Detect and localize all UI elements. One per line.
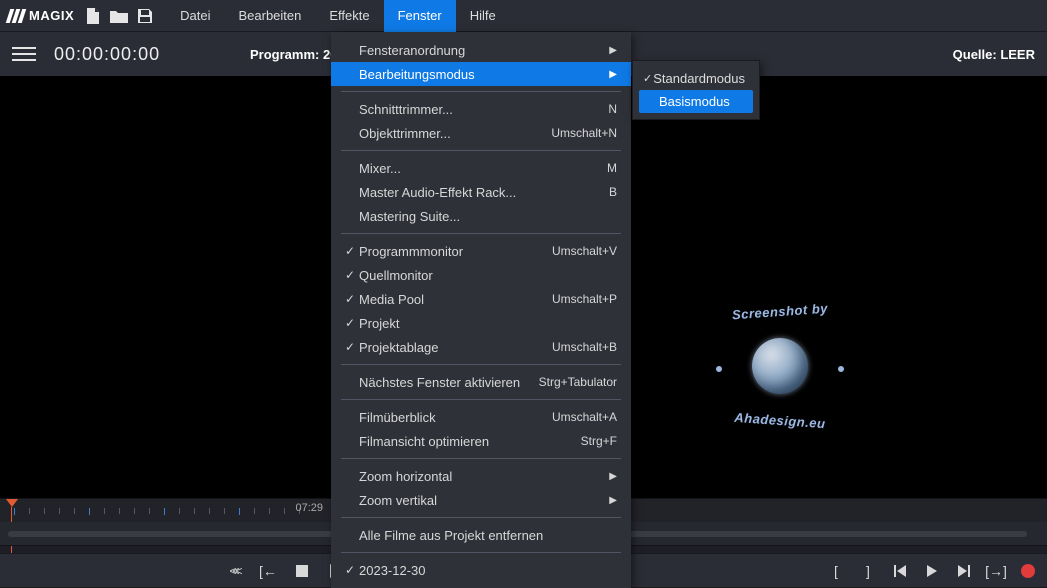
- submenu-basismodus[interactable]: Basismodus: [639, 90, 753, 113]
- menu-item-bearbeitungsmodus[interactable]: Bearbeitungsmodus▶: [331, 62, 631, 86]
- menu-hilfe[interactable]: Hilfe: [456, 0, 510, 32]
- bearbeitungsmodus-submenu: ✓StandardmodusBasismodus: [632, 60, 760, 120]
- play-icon-2[interactable]: [923, 562, 941, 580]
- menu-item-projekt[interactable]: ✓Projekt: [331, 311, 631, 335]
- menu-item-filmansicht-optimieren[interactable]: Filmansicht optimierenStrg+F: [331, 429, 631, 453]
- timecode-display: 00:00:00:00: [54, 44, 160, 65]
- menu-effekte[interactable]: Effekte: [315, 0, 383, 32]
- menu-item-master-audio-effekt-rack-[interactable]: Master Audio-Effekt Rack...B: [331, 180, 631, 204]
- menu-item-mixer-[interactable]: Mixer...M: [331, 156, 631, 180]
- menu-item-projektablage[interactable]: ✓ProjektablageUmschalt+B: [331, 335, 631, 359]
- menubar: MAGIX DateiBearbeitenEffekteFensterHilfe: [0, 0, 1047, 32]
- magix-logo-icon: [8, 9, 24, 23]
- go-end-icon[interactable]: [→]: [987, 562, 1005, 580]
- record-button[interactable]: [1019, 562, 1037, 580]
- menu-items: DateiBearbeitenEffekteFensterHilfe: [166, 0, 510, 32]
- mark-in-icon[interactable]: [←: [259, 562, 277, 580]
- menu-item-film-berblick[interactable]: FilmüberblickUmschalt+A: [331, 405, 631, 429]
- menu-item-media-pool[interactable]: ✓Media PoolUmschalt+P: [331, 287, 631, 311]
- open-folder-icon[interactable]: [108, 5, 130, 27]
- menu-item-zoom-horizontal[interactable]: Zoom horizontal▶: [331, 464, 631, 488]
- skip-prev-icon[interactable]: [891, 562, 909, 580]
- logo-text: MAGIX: [29, 8, 74, 23]
- new-file-icon[interactable]: [82, 5, 104, 27]
- menu-datei[interactable]: Datei: [166, 0, 224, 32]
- menu-item-zoom-vertikal[interactable]: Zoom vertikal▶: [331, 488, 631, 512]
- menu-item-2023-12-30[interactable]: ✓2023-12-30: [331, 558, 631, 582]
- menu-item-fensteranordnung[interactable]: Fensteranordnung▶: [331, 38, 631, 62]
- menu-item-programmmonitor[interactable]: ✓ProgrammmonitorUmschalt+V: [331, 239, 631, 263]
- menu-bearbeiten[interactable]: Bearbeiten: [224, 0, 315, 32]
- stop-icon[interactable]: [293, 562, 311, 580]
- menu-item-n-chstes-fenster-aktivieren[interactable]: Nächstes Fenster aktivierenStrg+Tabulato…: [331, 370, 631, 394]
- ruler-time-label: 07:29: [295, 502, 323, 514]
- source-label: Quelle: LEER: [953, 47, 1035, 62]
- menu-item-mastering-suite-[interactable]: Mastering Suite...: [331, 204, 631, 228]
- menu-item-schnitttrimmer-[interactable]: Schnitttrimmer...N: [331, 97, 631, 121]
- menu-fenster[interactable]: Fenster: [384, 0, 456, 32]
- save-icon[interactable]: [134, 5, 156, 27]
- submenu-standardmodus[interactable]: ✓Standardmodus: [639, 67, 753, 90]
- app-logo: MAGIX: [8, 8, 74, 23]
- expand-left-icon[interactable]: <<<: [225, 562, 243, 580]
- range-in-icon[interactable]: [: [827, 562, 845, 580]
- program-label: Programm: 20: [250, 47, 337, 62]
- range-out-icon[interactable]: ]: [859, 562, 877, 580]
- hamburger-icon[interactable]: [12, 47, 36, 61]
- menu-item-quellmonitor[interactable]: ✓Quellmonitor: [331, 263, 631, 287]
- menu-item-alle-filme-aus-projekt-entfernen[interactable]: Alle Filme aus Projekt entfernen: [331, 523, 631, 547]
- menu-item-objekttrimmer-[interactable]: Objekttrimmer...Umschalt+N: [331, 121, 631, 145]
- file-icon-group: [82, 5, 156, 27]
- fenster-dropdown: Fensteranordnung▶Bearbeitungsmodus▶ Schni…: [331, 32, 631, 588]
- skip-next-icon[interactable]: [955, 562, 973, 580]
